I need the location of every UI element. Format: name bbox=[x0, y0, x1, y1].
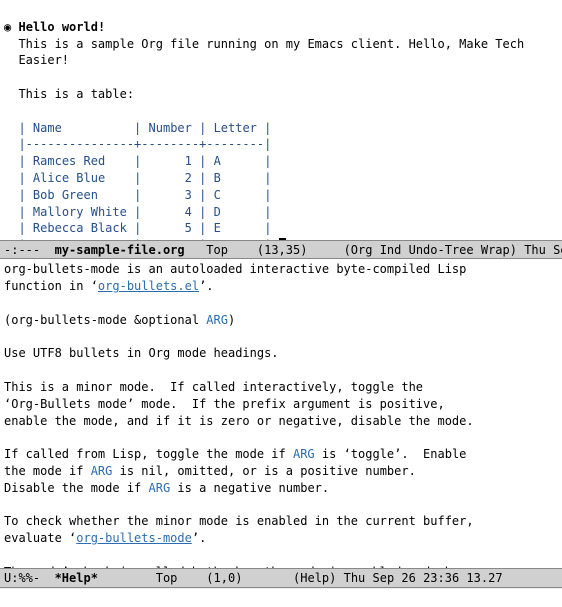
org-table-intro: This is a table: bbox=[18, 87, 134, 101]
help-signature-a: (org-bullets-mode &optional bbox=[4, 313, 206, 327]
emacs-frame: ◉ Hello world! This is a sample Org file… bbox=[0, 0, 562, 607]
help-paragraph-1b: function in ‘ bbox=[4, 279, 98, 293]
table-row: | Mallory White | 4 | D | bbox=[4, 205, 271, 219]
modeline-lower[interactable]: U:%%- *Help* Top (1,0) (Help) Thu Sep 26… bbox=[0, 568, 562, 587]
org-bullet-level1: ◉ bbox=[4, 20, 11, 34]
modeline-modes: (Org Ind Undo-Tree Wrap) bbox=[344, 243, 517, 257]
org-buffer[interactable]: ◉ Hello world! This is a sample Org file… bbox=[0, 0, 562, 240]
help-paragraph-1a: org-bullets-mode is an autoloaded intera… bbox=[4, 262, 466, 276]
table-row: | Ramces Red | 1 | A | bbox=[4, 154, 271, 168]
help-paragraph-4b: is ‘toggle’. Enable bbox=[315, 447, 467, 461]
table-row: | Bob Green | 3 | C | bbox=[4, 188, 271, 202]
help-link-source-file[interactable]: org-bullets.el bbox=[98, 279, 199, 293]
modeline-buffer-name: my-sample-file.org bbox=[55, 243, 185, 257]
help-arg: ARG bbox=[293, 447, 315, 461]
modeline-position: Top (13,35) bbox=[185, 243, 344, 257]
org-table-header: | Name | Number | Letter | bbox=[4, 121, 271, 135]
modeline-modes: (Help) bbox=[293, 571, 336, 585]
help-paragraph-1c: ’. bbox=[199, 279, 213, 293]
table-row: | Alice Blue | 2 | B | bbox=[4, 171, 271, 185]
help-paragraph-3a: This is a minor mode. If called interact… bbox=[4, 380, 423, 394]
modeline-position: Top (1,0) bbox=[98, 571, 293, 585]
help-link-variable[interactable]: org-bullets-mode bbox=[76, 531, 192, 545]
modeline-status: U:%%- bbox=[4, 571, 55, 585]
org-intro-line2: Easier! bbox=[18, 53, 69, 67]
org-intro-line1: This is a sample Org file running on my … bbox=[18, 37, 524, 51]
modeline-buffer-name: *Help* bbox=[55, 571, 98, 585]
help-paragraph-4c: the mode if bbox=[4, 464, 91, 478]
help-paragraph-4a: If called from Lisp, toggle the mode if bbox=[4, 447, 293, 461]
help-paragraph-3c: enable the mode, and if it is zero or ne… bbox=[4, 414, 474, 428]
help-buffer[interactable]: org-bullets-mode is an autoloaded intera… bbox=[0, 259, 562, 568]
help-paragraph-4e: Disable the mode if bbox=[4, 481, 149, 495]
modeline-upper[interactable]: -:--- my-sample-file.org Top (13,35) (Or… bbox=[0, 240, 562, 259]
help-arg: ARG bbox=[91, 464, 113, 478]
help-paragraph-5a: To check whether the minor mode is enabl… bbox=[4, 514, 474, 528]
org-table-rule: |---------------+--------+--------| bbox=[4, 137, 271, 151]
help-paragraph-4d: is nil, omitted, or is a positive number… bbox=[112, 464, 415, 478]
help-paragraph-5c: ’. bbox=[192, 531, 206, 545]
help-arg: ARG bbox=[206, 313, 228, 327]
org-heading-1: Hello world! bbox=[18, 20, 105, 34]
modeline-time: Thu Sep 26 23:36 13.27 bbox=[336, 571, 502, 585]
modeline-time: Thu Sep 2 bbox=[517, 243, 562, 257]
help-paragraph-2: Use UTF8 bullets in Org mode headings. bbox=[4, 346, 279, 360]
help-signature-b: ) bbox=[228, 313, 235, 327]
help-paragraph-4f: is a negative number. bbox=[170, 481, 329, 495]
table-row: | Rebecca Black | 5 | E | bbox=[4, 221, 271, 235]
help-arg: ARG bbox=[149, 481, 171, 495]
help-paragraph-3b: ‘Org-Bullets mode’ mode. If the prefix a… bbox=[4, 397, 445, 411]
help-paragraph-5b: evaluate ‘ bbox=[4, 531, 76, 545]
minibuffer[interactable] bbox=[0, 588, 562, 607]
modeline-status: -:--- bbox=[4, 243, 55, 257]
